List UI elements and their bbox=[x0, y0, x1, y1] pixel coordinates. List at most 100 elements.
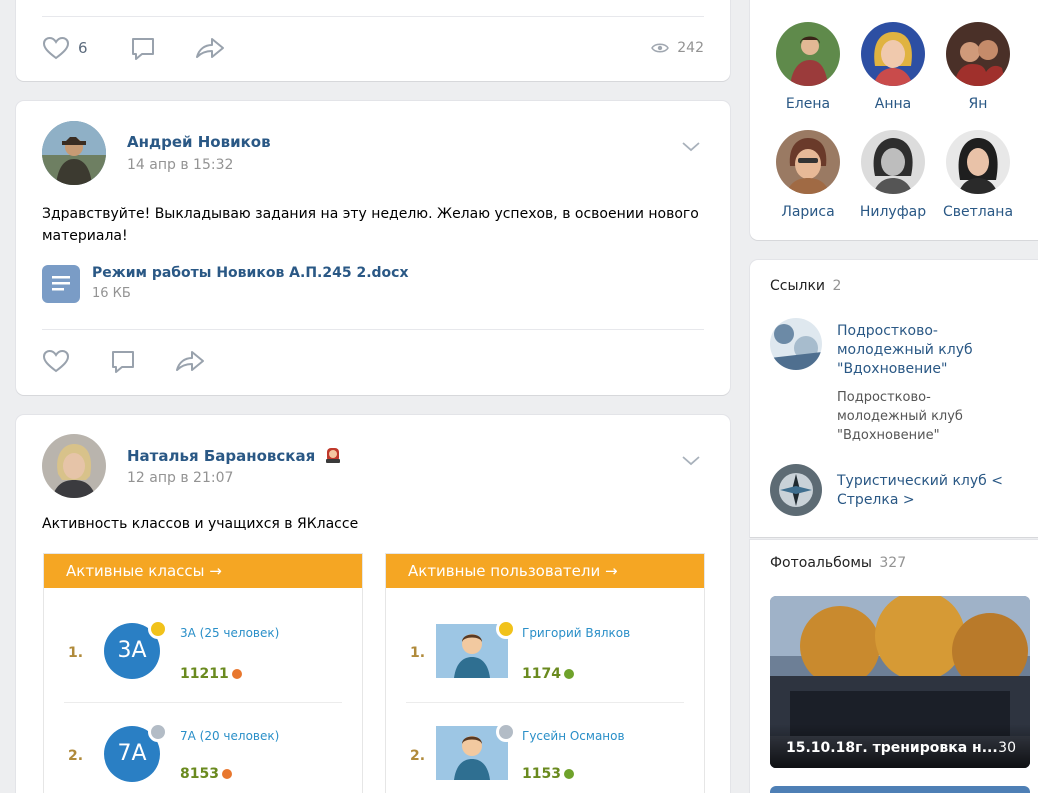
link-description: Подростково-молодежный клуб "Вдохновение… bbox=[837, 390, 963, 443]
friend-avatar bbox=[946, 22, 1010, 86]
avatar-photo bbox=[42, 121, 106, 185]
divider bbox=[42, 16, 704, 17]
friends-block: Елена Анна Ян Лариса Нилуфар Светлана bbox=[750, 0, 1038, 240]
class-score-value: 8153 bbox=[180, 766, 219, 782]
albums-title: Фотоальбомы bbox=[770, 555, 872, 571]
class-score: 8153 bbox=[180, 766, 232, 782]
albums-header[interactable]: Фотоальбомы 327 bbox=[770, 555, 906, 571]
author-avatar[interactable] bbox=[42, 434, 106, 498]
class-rank: 1. bbox=[68, 645, 84, 661]
friend-name: Лариса bbox=[781, 204, 835, 220]
link-title[interactable]: Подростково-молодежный клуб "Вдохновение… bbox=[837, 322, 1007, 379]
doc-name[interactable]: Режим работы Новиков А.П.245 2.docx bbox=[92, 265, 409, 281]
friend-item[interactable]: Лариса bbox=[768, 130, 848, 220]
coin-icon bbox=[563, 669, 574, 679]
gold-medal-icon bbox=[496, 619, 516, 639]
user-score-value: 1153 bbox=[522, 766, 561, 782]
post-author[interactable]: Андрей Новиков bbox=[127, 133, 271, 151]
album-cover[interactable]: 15.10.18г. тренировка н... 30 bbox=[770, 596, 1030, 768]
gold-medal-icon bbox=[148, 619, 168, 639]
post-card: Андрей Новиков 14 апр в 15:32 Здравствуй… bbox=[16, 101, 730, 395]
share-icon bbox=[176, 351, 204, 371]
user-name[interactable]: Гусейн Османов bbox=[522, 729, 625, 743]
album-cover-next[interactable] bbox=[770, 786, 1030, 793]
friend-avatar bbox=[861, 130, 925, 194]
comment-icon bbox=[132, 38, 154, 60]
class-name[interactable]: 3А (25 человек) bbox=[180, 626, 279, 640]
friend-item[interactable]: Светлана bbox=[938, 130, 1018, 220]
friend-item[interactable]: Елена bbox=[768, 22, 848, 112]
post-date[interactable]: 14 апр в 15:32 bbox=[127, 157, 233, 173]
post-menu-chevron[interactable] bbox=[682, 451, 700, 470]
document-icon bbox=[42, 265, 80, 303]
heart-icon bbox=[42, 349, 70, 373]
views-counter: 242 bbox=[651, 40, 704, 56]
doc-size: 16 КБ bbox=[92, 286, 131, 301]
links-count: 2 bbox=[832, 278, 842, 294]
class-score: 11211 bbox=[180, 666, 242, 682]
avatar-photo bbox=[42, 434, 106, 498]
link-item[interactable]: Туристический клуб < Стрелка > bbox=[770, 464, 1030, 520]
eye-icon bbox=[651, 43, 670, 53]
user-name[interactable]: Григорий Вялков bbox=[522, 626, 630, 640]
friend-avatar bbox=[861, 22, 925, 86]
album-photo-count: 30 bbox=[998, 740, 1016, 756]
user-score: 1174 bbox=[522, 666, 574, 682]
friend-avatar bbox=[776, 130, 840, 194]
class-name[interactable]: 7А (20 человек) bbox=[180, 729, 279, 743]
friend-avatar bbox=[946, 130, 1010, 194]
comment-button[interactable] bbox=[130, 36, 156, 62]
user-rank: 1. bbox=[410, 645, 426, 661]
comment-button[interactable] bbox=[110, 349, 136, 375]
albums-count: 327 bbox=[879, 555, 907, 571]
divider bbox=[64, 702, 342, 703]
chevron-down-icon bbox=[682, 456, 700, 466]
link-thumbnail bbox=[770, 318, 822, 370]
coin-icon bbox=[563, 769, 574, 779]
friend-avatar bbox=[776, 22, 840, 86]
like-count: 6 bbox=[78, 39, 88, 57]
album-caption: 15.10.18г. тренировка н... bbox=[786, 740, 998, 756]
coin-icon bbox=[231, 669, 242, 679]
active-users-header[interactable]: Активные пользователи → bbox=[386, 554, 704, 588]
comment-icon bbox=[112, 351, 134, 373]
links-title: Ссылки bbox=[770, 278, 826, 294]
author-avatar[interactable] bbox=[42, 121, 106, 185]
links-block: Ссылки 2 Подростково-молодежный клуб "Вд… bbox=[750, 260, 1038, 537]
link-thumbnail bbox=[770, 464, 822, 516]
class-score-value: 11211 bbox=[180, 666, 229, 682]
post-date[interactable]: 12 апр в 21:07 bbox=[127, 470, 233, 486]
active-classes-header[interactable]: Активные классы → bbox=[44, 554, 362, 588]
like-button[interactable] bbox=[42, 349, 70, 373]
friend-item[interactable]: Нилуфар bbox=[853, 130, 933, 220]
previous-post-card: 6 242 bbox=[16, 0, 730, 81]
silver-medal-icon bbox=[148, 722, 168, 742]
post-text: Здравствуйте! Выкладываю задания на эту … bbox=[42, 206, 699, 244]
link-item[interactable]: Подростково-молодежный клуб "Вдохновение… bbox=[770, 318, 1030, 448]
friend-name: Нилуфар bbox=[859, 204, 927, 220]
links-header[interactable]: Ссылки 2 bbox=[770, 278, 841, 294]
post-author[interactable]: Наталья Барановская bbox=[127, 447, 315, 465]
user-rank: 2. bbox=[410, 748, 426, 764]
active-classes-panel: Активные классы → 1. 3А 3А (25 человек) … bbox=[43, 553, 363, 793]
post-menu-chevron[interactable] bbox=[682, 137, 700, 156]
friend-name: Анна bbox=[874, 96, 912, 112]
share-button[interactable] bbox=[174, 349, 206, 373]
like-button[interactable]: 6 bbox=[42, 36, 88, 60]
doc-attachment[interactable]: Режим работы Новиков А.П.245 2.docx 16 К… bbox=[42, 265, 442, 305]
coin-icon bbox=[221, 769, 232, 779]
user-score: 1153 bbox=[522, 766, 574, 782]
friend-item[interactable]: Анна bbox=[853, 22, 933, 112]
friend-item[interactable]: Ян bbox=[938, 22, 1018, 112]
emoji-icon bbox=[326, 448, 341, 463]
share-icon bbox=[196, 38, 224, 58]
chevron-down-icon bbox=[682, 142, 700, 152]
heart-icon bbox=[42, 36, 70, 60]
silver-medal-icon bbox=[496, 722, 516, 742]
friend-name: Елена bbox=[785, 96, 831, 112]
active-users-panel: Активные пользователи → 1. Григорий Вялк… bbox=[385, 553, 705, 793]
share-button[interactable] bbox=[194, 36, 226, 60]
link-title[interactable]: Туристический клуб < Стрелка > bbox=[837, 472, 1017, 510]
friend-name: Светлана bbox=[942, 204, 1014, 220]
class-rank: 2. bbox=[68, 748, 84, 764]
